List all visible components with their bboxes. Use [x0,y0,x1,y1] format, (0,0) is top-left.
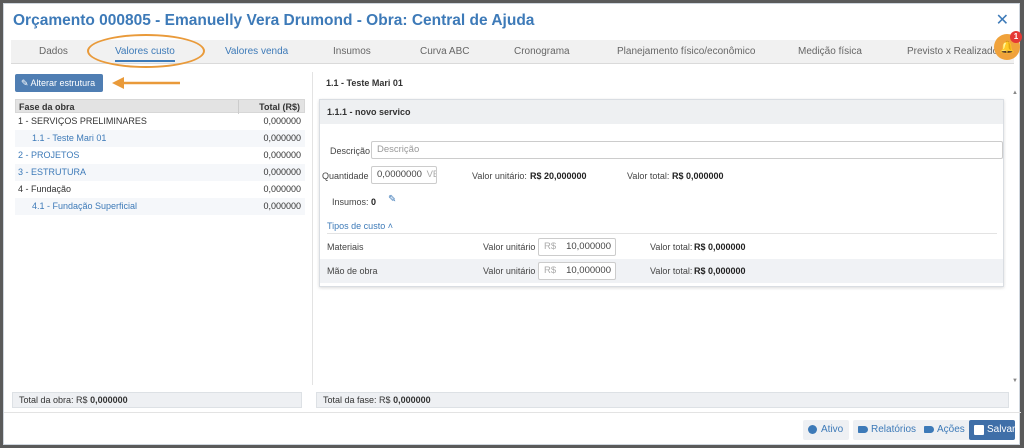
tab-cronograma[interactable]: Cronograma [514,46,570,57]
scroll-down-icon[interactable]: ▼ [1012,378,1018,384]
table-row[interactable]: 1.1 - Teste Mari 01 0,000000 [15,130,305,147]
tipos-custo-toggle[interactable]: Tipos de custo ˄ [327,221,393,231]
phase-table-header: Fase da obra Total (R$) [15,99,305,114]
cost-row-materiais: Materiais Valor unitário R$ 10,000000 Va… [320,235,1003,259]
tag-icon [858,426,868,433]
save-icon [974,425,984,435]
tab-curva-abc[interactable]: Curva ABC [420,46,469,57]
valor-total-value: R$ 0,000000 [672,171,724,181]
cost-row-mao-de-obra: Mão de obra Valor unitário R$ 10,000000 … [320,259,1003,283]
tab-valores-venda[interactable]: Valores venda [225,46,288,57]
salvar-button[interactable]: Salvar [969,420,1015,440]
circle-icon [808,425,817,434]
quantidade-input[interactable]: 0,0000000 VB [371,166,437,184]
valor-total-label: Valor total: [627,171,670,181]
edit-insumos-icon[interactable]: ✎ [388,194,396,205]
tab-previsto-realizado[interactable]: Previsto x Realizado [907,46,998,57]
scrollbar[interactable]: ▲ ▼ [1012,90,1018,384]
materiais-unit-input[interactable]: R$ 10,000000 [538,238,616,256]
tab-planejamento[interactable]: Planejamento físico/econômico [617,46,755,57]
table-row[interactable]: 1 - SERVIÇOS PRELIMINARES 0,000000 [15,113,305,130]
panel-divider [312,72,313,385]
arrow-annotation [112,77,180,89]
mao-de-obra-unit-input[interactable]: R$ 10,000000 [538,262,616,280]
table-row[interactable]: 2 - PROJETOS 0,000000 [15,147,305,164]
phase-table: Fase da obra Total (R$) 1 - SERVIÇOS PRE… [15,99,305,215]
tag-icon [924,426,934,433]
ativo-button[interactable]: Ativo [803,420,850,440]
fase-total-bar: Total da fase: R$ 0,000000 [316,392,1009,408]
footer-divider [4,412,1021,413]
descricao-label: Descrição [330,146,371,156]
scroll-up-icon[interactable]: ▲ [1012,90,1018,96]
quantidade-label: Quantidade [322,171,369,181]
budget-modal: Orçamento 000805 - Emanuelly Vera Drumon… [3,3,1021,445]
alter-structure-button[interactable]: ✎ Alterar estrutura [15,74,103,92]
tab-dados[interactable]: Dados [39,46,68,57]
insumos-value: 0 [371,197,377,207]
tab-insumos[interactable]: Insumos [333,46,371,57]
obra-total-bar: Total da obra: R$ 0,000000 [12,392,302,408]
breadcrumb: 1.1 - Teste Mari 01 [326,78,403,88]
relatorios-button[interactable]: Relatórios [853,420,923,440]
service-card-title: 1.1.1 - novo servico [320,100,1003,124]
valor-unitario-label: Valor unitário: [472,171,527,181]
tab-medicao-fisica[interactable]: Medição física [798,46,862,57]
insumos-label: Insumos: [332,197,369,207]
table-row[interactable]: 3 - ESTRUTURA 0,000000 [15,164,305,181]
section-divider [327,233,997,234]
acoes-button[interactable]: Ações [919,420,971,440]
valor-unitario-value: R$ 20,000000 [530,171,587,181]
highlight-ellipse [87,34,205,68]
table-row[interactable]: 4 - Fundação 0,000000 [15,181,305,198]
modal-title: Orçamento 000805 - Emanuelly Vera Drumon… [13,12,535,29]
table-row[interactable]: 4.1 - Fundação Superficial 0,000000 [15,198,305,215]
service-card: 1.1.1 - novo servico Descrição Descrição… [319,99,1004,287]
pencil-icon: ✎ [21,78,31,88]
close-icon[interactable]: ✕ [996,10,1009,30]
descricao-input[interactable]: Descrição [371,141,1003,159]
notification-badge: 1 [1010,31,1022,43]
chevron-up-icon: ˄ [387,221,393,231]
